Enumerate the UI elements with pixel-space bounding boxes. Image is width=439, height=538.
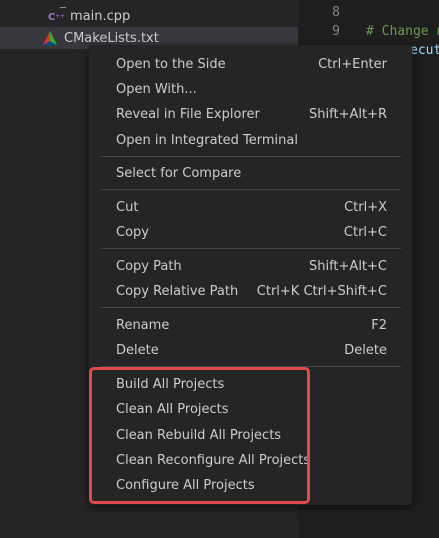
- menu-separator: [101, 189, 401, 190]
- cmake-file-icon: [42, 30, 58, 46]
- menu-item-copy[interactable]: Copy Ctrl+C: [89, 220, 412, 245]
- menu-item-label: Copy Relative Path: [116, 284, 239, 299]
- menu-item-shortcut: Shift+Alt+R: [309, 107, 387, 122]
- menu-item-delete[interactable]: Delete Delete: [89, 338, 412, 363]
- line-text: # Change n: [366, 24, 439, 39]
- menu-item-open-with[interactable]: Open With...: [89, 77, 412, 102]
- menu-item-label: Rename: [116, 318, 170, 333]
- menu-item-shortcut: Ctrl+C: [343, 225, 387, 240]
- menu-item-label: Copy Path: [116, 259, 182, 274]
- menu-separator: [101, 307, 401, 308]
- menu-item-label: Delete: [116, 343, 159, 358]
- menu-item-label: Open in Integrated Terminal: [116, 133, 298, 148]
- cpp-file-icon: C ++: [48, 8, 64, 24]
- menu-item-open-in-terminal[interactable]: Open in Integrated Terminal: [89, 128, 412, 153]
- menu-item-select-for-compare[interactable]: Select for Compare: [89, 161, 412, 186]
- file-row-main-cpp[interactable]: C ++ main.cpp: [0, 5, 298, 27]
- line-number: 9: [332, 24, 340, 39]
- menu-item-open-to-side[interactable]: Open to the Side Ctrl+Enter: [89, 52, 412, 77]
- menu-item-rename[interactable]: Rename F2: [89, 313, 412, 338]
- menu-item-label: Open With...: [116, 82, 197, 97]
- menu-item-label: Open to the Side: [116, 57, 226, 72]
- menu-item-label: Copy: [116, 225, 149, 240]
- menu-item-label: Reveal in File Explorer: [116, 107, 260, 122]
- menu-item-shortcut: Delete: [344, 343, 387, 358]
- menu-item-copy-relative-path[interactable]: Copy Relative Path Ctrl+K Ctrl+Shift+C: [89, 279, 412, 304]
- menu-separator: [101, 156, 401, 157]
- menu-item-label: Cut: [116, 200, 139, 215]
- menu-item-shortcut: Shift+Alt+C: [308, 259, 387, 274]
- menu-separator: [101, 248, 401, 249]
- menu-item-shortcut: Ctrl+Enter: [318, 57, 387, 72]
- menu-item-label: Select for Compare: [116, 166, 242, 181]
- svg-text:++: ++: [55, 13, 64, 20]
- menu-item-copy-path[interactable]: Copy Path Shift+Alt+C: [89, 254, 412, 279]
- highlight-annotation-box: [89, 367, 310, 504]
- file-name: CMakeLists.txt: [64, 30, 159, 46]
- menu-item-shortcut: Ctrl+K Ctrl+Shift+C: [256, 284, 387, 299]
- line-text: ecut: [410, 43, 439, 58]
- menu-item-cut[interactable]: Cut Ctrl+X: [89, 195, 412, 220]
- menu-item-shortcut: F2: [371, 318, 387, 333]
- file-name: main.cpp: [70, 8, 131, 24]
- menu-item-reveal-in-explorer[interactable]: Reveal in File Explorer Shift+Alt+R: [89, 102, 412, 127]
- menu-item-shortcut: Ctrl+X: [344, 200, 387, 215]
- line-number: 8: [332, 5, 340, 20]
